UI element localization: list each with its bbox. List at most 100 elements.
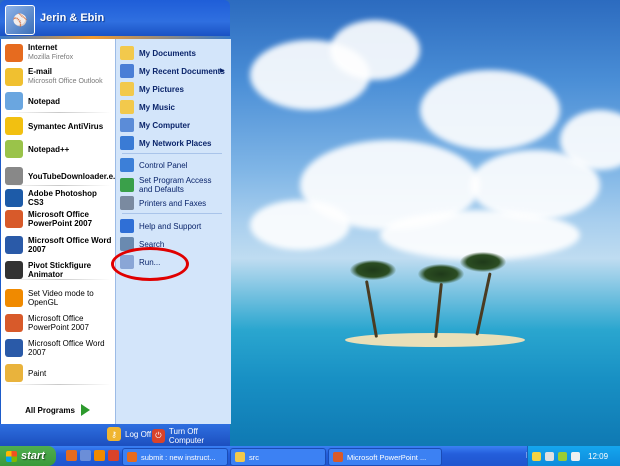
program-label: Set Video mode to OpenGL <box>28 289 112 307</box>
program-item[interactable]: Symantec AntiVirus <box>5 117 103 135</box>
submenu-arrow-icon: ▶ <box>220 68 225 74</box>
notepadpp-icon <box>5 140 23 158</box>
program-item[interactable]: YouTubeDownloader.e... <box>5 167 120 185</box>
antivirus-icon <box>5 117 23 135</box>
program-label: Paint <box>28 369 46 378</box>
vlc-icon[interactable] <box>94 450 105 461</box>
all-programs-label: All Programs <box>25 405 75 415</box>
program-name: Microsoft Office Word 2007 <box>28 236 112 254</box>
printer-icon <box>120 196 134 210</box>
places-item[interactable]: My Network Places <box>120 136 211 150</box>
start-menu-footer: ⚷ Log Off ⏻ Turn Off Computer <box>0 424 230 446</box>
word-icon <box>5 236 23 254</box>
program-item[interactable]: Microsoft Office PowerPoint 2007 <box>5 314 112 332</box>
places-item[interactable]: My Recent Documents ▶ <box>120 64 225 78</box>
program-name: Microsoft Office PowerPoint 2007 <box>28 210 93 228</box>
places-item[interactable]: Printers and Faxes <box>120 196 206 210</box>
program-label: Microsoft Office Word 2007 <box>28 236 112 254</box>
program-item[interactable]: E-mail Microsoft Office Outlook <box>5 67 103 86</box>
places-label: Help and Support <box>139 221 202 231</box>
user-name: Jerin & Ebin <box>40 12 105 24</box>
places-item[interactable]: My Computer <box>120 118 190 132</box>
program-item[interactable]: Microsoft Office Word 2007 <box>5 339 112 357</box>
menu-separator <box>7 112 111 113</box>
places-label: My Music <box>139 102 176 112</box>
taskbar-button-powerpoint[interactable]: Microsoft PowerPoint ... <box>328 448 442 466</box>
places-item[interactable]: Set Program Access and Defaults <box>120 176 227 194</box>
places-label: My Pictures <box>139 84 184 94</box>
start-label: start <box>21 450 45 462</box>
paint-icon <box>5 364 23 382</box>
program-item[interactable]: Set Video mode to OpenGL <box>5 289 112 307</box>
places-item[interactable]: My Pictures <box>120 82 184 96</box>
program-label: Adobe Photoshop CS3 <box>28 189 112 207</box>
control-panel-icon <box>120 158 134 172</box>
menu-separator <box>7 185 111 186</box>
user-avatar[interactable]: ⚾ <box>5 5 35 35</box>
media-player-icon[interactable] <box>108 450 119 461</box>
start-button[interactable]: start <box>0 446 56 466</box>
folder-icon <box>235 452 245 462</box>
places-label: Printers and Faxes <box>139 198 207 208</box>
program-label: Symantec AntiVirus <box>28 122 103 131</box>
program-item[interactable]: Microsoft Office Word 2007 <box>5 236 112 254</box>
folder-documents-icon <box>120 46 134 60</box>
network-tray-icon[interactable] <box>545 451 554 461</box>
start-menu-header: ⚾ Jerin & Ebin <box>0 0 230 36</box>
places-item[interactable]: Help and Support <box>120 219 201 233</box>
menu-separator <box>7 279 111 280</box>
word-icon <box>5 339 23 357</box>
photoshop-icon <box>5 189 23 207</box>
program-item[interactable]: Microsoft Office PowerPoint 2007 <box>5 210 112 228</box>
program-item[interactable]: Adobe Photoshop CS3 <box>5 189 112 207</box>
powerpoint-icon <box>5 314 23 332</box>
start-menu: ⚾ Jerin & Ebin Internet Mozilla Firefox E-… <box>0 0 231 446</box>
program-label: Notepad <box>28 97 60 106</box>
outlook-icon <box>5 67 23 86</box>
places-label: My Recent Documents <box>139 66 225 76</box>
taskbar-button-browser[interactable]: submit : new instruct... <box>122 448 228 466</box>
volume-icon[interactable] <box>571 451 580 461</box>
update-tray-icon[interactable] <box>558 451 567 461</box>
program-label: Microsoft Office Word 2007 <box>28 339 112 357</box>
pinned-programs-pane: Internet Mozilla Firefox E-mail Microsoft O… <box>0 39 120 424</box>
places-label: Set Program Access and Defaults <box>139 176 212 194</box>
vlc-icon <box>5 289 23 307</box>
program-item[interactable]: Notepad++ <box>5 140 69 158</box>
program-item[interactable]: Pivot Stickfigure Animator <box>5 261 112 279</box>
program-label: E-mail Microsoft Office Outlook <box>28 67 103 86</box>
clock[interactable]: 12:09 <box>588 452 608 461</box>
taskbar-button-folder[interactable]: src <box>230 448 326 466</box>
places-pane: My Documents My Recent Documents ▶ My Pictu… <box>115 39 231 424</box>
places-item[interactable]: My Music <box>120 100 175 114</box>
firefox-icon <box>127 452 137 462</box>
program-item[interactable]: Notepad <box>5 92 60 110</box>
program-item[interactable]: Internet Mozilla Firefox <box>5 43 73 62</box>
powerpoint-icon <box>333 452 343 462</box>
places-label: Control Panel <box>139 160 188 170</box>
program-item[interactable]: Paint <box>5 364 46 382</box>
places-label: My Computer <box>139 120 191 130</box>
places-label: My Documents <box>139 48 196 58</box>
task-label: src <box>249 452 259 462</box>
firefox-icon[interactable] <box>66 450 77 461</box>
places-item[interactable]: Control Panel <box>120 158 187 172</box>
program-label: YouTubeDownloader.e... <box>28 172 120 181</box>
network-icon <box>120 136 134 150</box>
folder-pictures-icon <box>120 82 134 96</box>
program-label: Pivot Stickfigure Animator <box>28 261 112 279</box>
places-item[interactable]: My Documents <box>120 46 196 60</box>
turn-off-button[interactable]: ⏻ Turn Off Computer <box>152 427 230 445</box>
firefox-icon <box>5 43 23 62</box>
antivirus-tray-icon[interactable] <box>532 451 541 461</box>
help-icon <box>120 219 134 233</box>
log-off-button[interactable]: ⚷ Log Off <box>107 427 151 441</box>
program-name: Paint <box>28 368 47 378</box>
program-name: Internet <box>28 43 58 52</box>
program-name: Microsoft Office Word 2007 <box>28 339 105 357</box>
all-programs-button[interactable]: All Programs <box>0 398 115 422</box>
menu-separator <box>122 213 222 214</box>
show-desktop-icon[interactable] <box>80 450 91 461</box>
taskbar: start submit : new instruct... src Micro… <box>0 446 620 466</box>
program-label: Internet Mozilla Firefox <box>28 43 73 62</box>
